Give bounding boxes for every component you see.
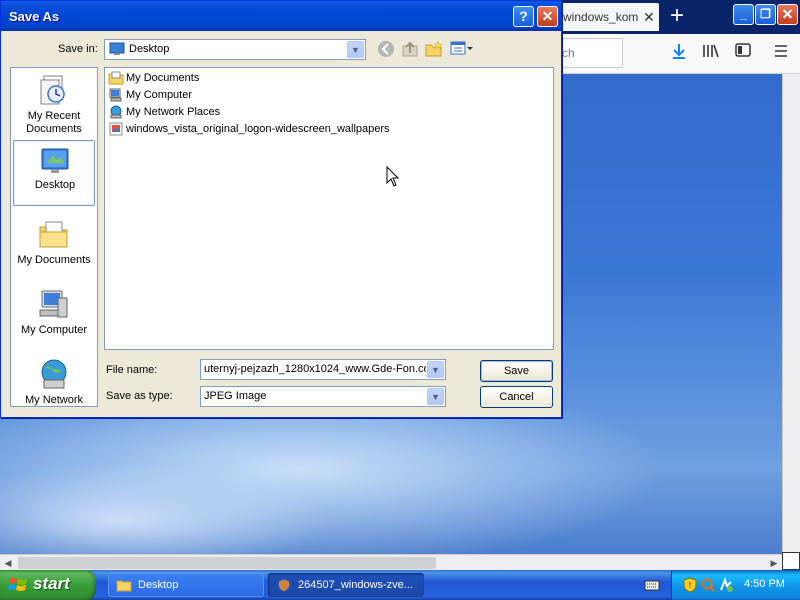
file-name: My Documents: [126, 72, 200, 84]
firefox-icon: [278, 579, 290, 591]
file-name-field[interactable]: uternyj-pejzazh_1280x1024_www.Gde-Fon.co…: [200, 359, 446, 380]
file-name-label: File name:: [106, 364, 158, 376]
mouse-cursor-icon: [386, 166, 400, 187]
back-icon[interactable]: [376, 40, 396, 60]
desktop-icon: [41, 148, 69, 173]
svg-text:!: !: [688, 581, 691, 590]
start-label: start: [33, 574, 70, 593]
minimize-button[interactable]: _: [733, 4, 754, 25]
image-file-icon: [109, 122, 123, 136]
scrollbar-corner: [782, 552, 800, 570]
taskbar: start Desktop 264507_windows-zve... ! 4:…: [0, 570, 800, 600]
restore-button[interactable]: ❐: [755, 4, 776, 25]
my-network-icon: [41, 359, 67, 389]
taskbar-item-browser[interactable]: 264507_windows-zve...: [268, 573, 424, 597]
list-item[interactable]: windows_vista_original_logon-widescreen_…: [108, 121, 390, 137]
save-button[interactable]: Save: [480, 360, 553, 382]
place-label: My Network: [24, 394, 84, 406]
file-name-value: uternyj-pejzazh_1280x1024_www.Gde-Fon.co…: [204, 363, 426, 375]
menu-icon[interactable]: [771, 43, 791, 63]
place-label: My Recent Documents: [26, 110, 82, 135]
scroll-right-icon[interactable]: ▶: [767, 556, 781, 570]
place-recent-documents[interactable]: My Recent Documents: [13, 70, 95, 136]
place-my-network[interactable]: My Network: [13, 354, 95, 406]
dialog-body: Save in: Desktop ▼ My Recent Documents D…: [4, 31, 558, 415]
keyboard-icon[interactable]: [644, 578, 660, 592]
browser-toolbar: ch: [551, 34, 800, 74]
file-name: windows_vista_original_logon-widescreen_…: [126, 123, 390, 135]
list-item[interactable]: My Computer: [108, 87, 192, 103]
system-tray: ! 4:50 PM: [671, 570, 800, 600]
download-icon[interactable]: [669, 43, 689, 63]
sidebar-icon[interactable]: [733, 43, 753, 63]
place-my-documents[interactable]: My Documents: [13, 214, 95, 280]
my-documents-icon: [39, 221, 68, 248]
chevron-down-icon[interactable]: ▼: [347, 41, 364, 58]
browser-tab[interactable]: windows_kom ✕: [559, 3, 659, 31]
list-item[interactable]: My Network Places: [108, 104, 220, 120]
dialog-title: Save As: [9, 9, 60, 24]
resize-grip-icon[interactable]: ⋰: [546, 401, 556, 413]
recent-documents-icon: [40, 75, 65, 105]
browser-tab-bar: windows_kom ✕ + _ ❐ ✕: [551, 0, 800, 34]
clock[interactable]: 4:50 PM: [744, 578, 785, 590]
save-in-dropdown[interactable]: Desktop ▼: [104, 39, 366, 60]
computer-icon: [109, 88, 122, 102]
save-in-value: Desktop: [129, 43, 170, 55]
new-tab-icon[interactable]: +: [663, 3, 691, 31]
scrollbar-thumb[interactable]: [18, 557, 436, 569]
new-folder-icon[interactable]: [424, 40, 444, 60]
start-button[interactable]: start: [0, 570, 96, 600]
cancel-button[interactable]: Cancel: [480, 386, 553, 408]
save-in-label: Save in:: [58, 43, 98, 55]
tab-close-icon[interactable]: ✕: [643, 9, 655, 26]
up-folder-icon[interactable]: [400, 40, 420, 60]
browser-tab-title: windows_kom: [563, 10, 639, 24]
vertical-scrollbar[interactable]: [782, 74, 800, 552]
desktop-icon: [109, 42, 125, 55]
help-button[interactable]: ?: [513, 6, 534, 27]
taskbar-item-desktop[interactable]: Desktop: [108, 573, 264, 597]
save-as-type-dropdown[interactable]: JPEG Image ▼: [200, 386, 446, 407]
dialog-close-button[interactable]: ✕: [537, 6, 558, 27]
windows-logo-icon: [8, 578, 27, 591]
views-menu-icon[interactable]: [450, 40, 474, 60]
place-desktop[interactable]: Desktop: [13, 140, 95, 206]
folder-icon: [108, 71, 124, 85]
library-icon[interactable]: [701, 43, 721, 63]
network-status-icon[interactable]: [718, 577, 734, 593]
close-window-button[interactable]: ✕: [777, 4, 798, 25]
chevron-down-icon[interactable]: ▼: [427, 361, 444, 378]
search-input[interactable]: ch: [557, 38, 623, 68]
file-name: My Network Places: [126, 106, 221, 118]
save-as-type-value: JPEG Image: [204, 390, 267, 402]
search-icon[interactable]: [700, 577, 716, 593]
taskbar-item-label: 264507_windows-zve...: [298, 579, 413, 591]
file-name: My Computer: [126, 89, 193, 101]
list-item[interactable]: My Documents: [108, 70, 199, 86]
place-my-computer[interactable]: My Computer: [13, 284, 95, 350]
scroll-left-icon[interactable]: ◀: [1, 556, 15, 570]
place-label: My Computer: [20, 324, 88, 336]
taskbar-item-label: Desktop: [138, 579, 179, 591]
place-label: Desktop: [34, 179, 76, 191]
folder-icon: [116, 580, 132, 592]
chevron-down-icon[interactable]: ▼: [427, 388, 444, 405]
horizontal-scrollbar[interactable]: ◀ ▶: [0, 554, 782, 570]
network-icon: [110, 105, 122, 119]
places-bar: My Recent Documents Desktop My Documents…: [10, 67, 98, 407]
browser-window: windows_kom ✕ + _ ❐ ✕ ch: [550, 0, 800, 74]
place-label: My Documents: [17, 254, 91, 266]
security-shield-icon[interactable]: !: [682, 577, 698, 593]
dialog-titlebar[interactable]: Save As ? ✕: [1, 1, 561, 31]
file-list[interactable]: My Documents My Computer My Network Plac…: [104, 67, 554, 350]
my-computer-icon: [39, 290, 68, 318]
save-as-dialog: Save As ? ✕ Save in: Desktop ▼ My Recent…: [0, 0, 562, 418]
save-as-type-label: Save as type:: [106, 390, 173, 402]
